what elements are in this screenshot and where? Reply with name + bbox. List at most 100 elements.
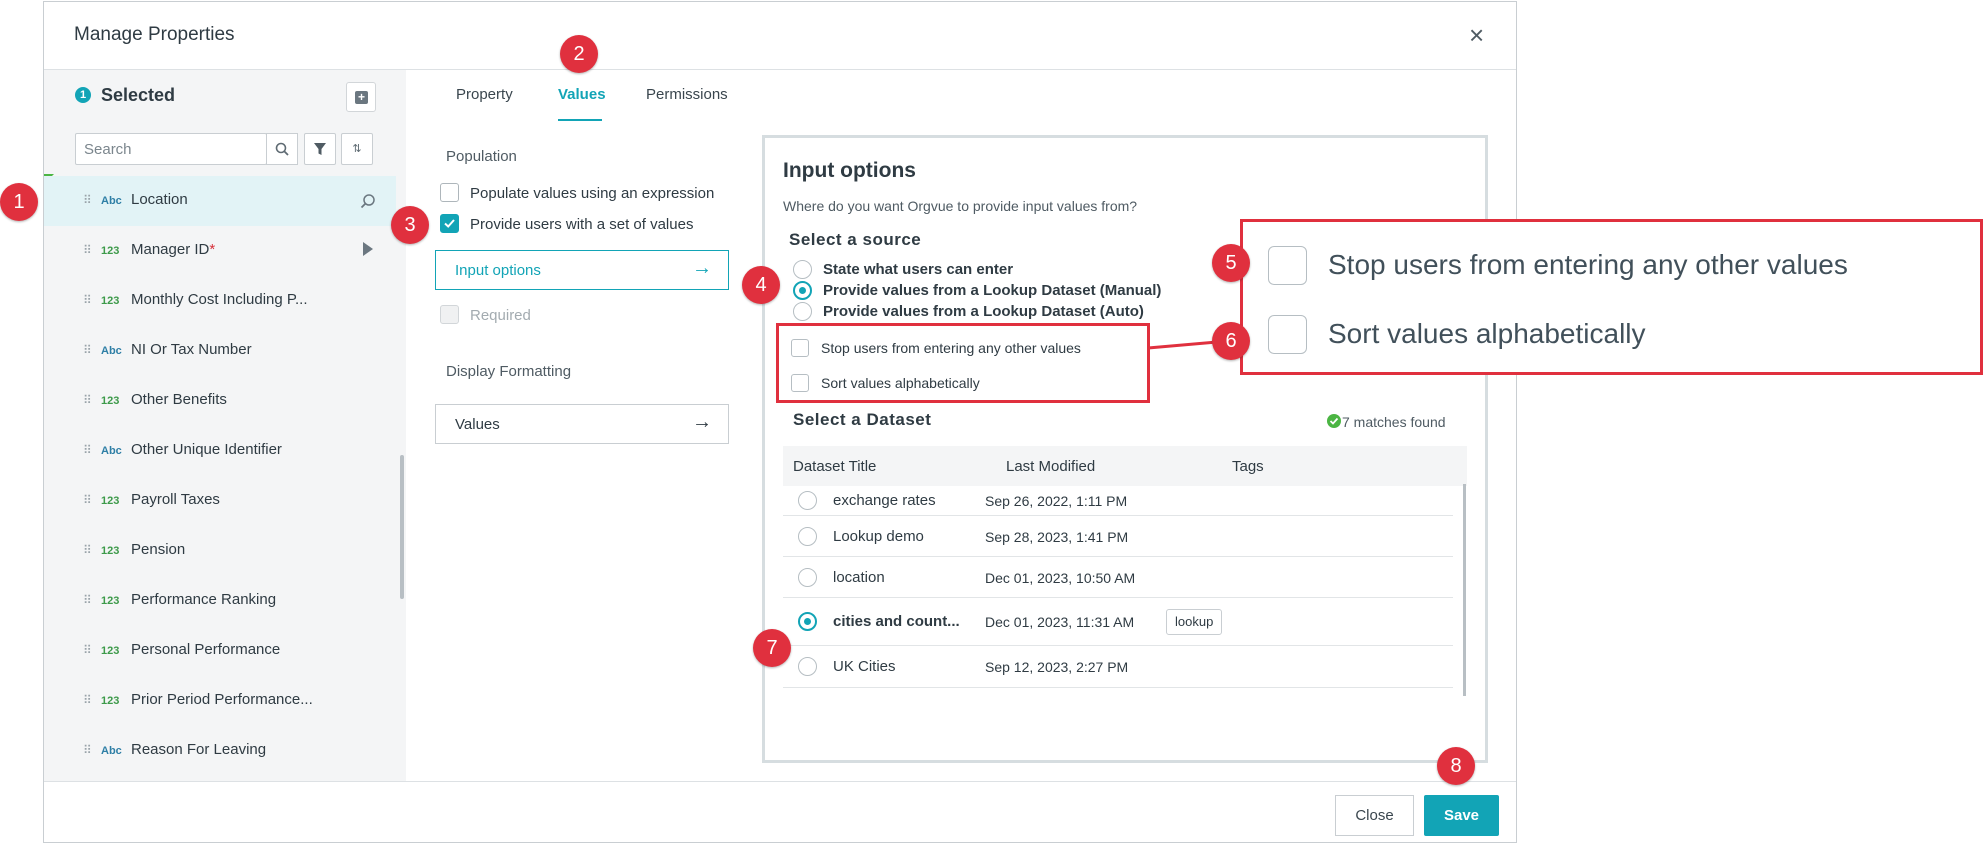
property-item[interactable]: ⠿ Abc Other Unique Identifier (44, 426, 396, 476)
type-badge: 123 (101, 545, 120, 557)
property-item[interactable]: ⠿ 123 Pension (44, 526, 396, 576)
drag-handle-icon[interactable]: ⠿ (83, 643, 92, 657)
dataset-radio[interactable] (798, 527, 817, 546)
tab-property[interactable]: Property (456, 86, 513, 103)
drag-handle-icon[interactable]: ⠿ (83, 293, 92, 307)
values-format-button[interactable]: Values → (435, 404, 729, 444)
dataset-radio[interactable] (798, 612, 817, 631)
type-badge: 123 (101, 395, 120, 407)
close-button[interactable]: Close (1335, 795, 1414, 836)
type-badge: Abc (101, 745, 122, 757)
property-label: Personal Performance (131, 641, 280, 658)
callout-5: 5 (1212, 244, 1250, 282)
drag-handle-icon[interactable]: ⠿ (83, 193, 92, 207)
dataset-radio[interactable] (798, 657, 817, 676)
dataset-modified: Sep 12, 2023, 2:27 PM (985, 659, 1129, 675)
drag-handle-icon[interactable]: ⠿ (83, 593, 92, 607)
column-dataset-title[interactable]: Dataset Title (793, 458, 876, 475)
sidebar-scrollbar[interactable] (400, 455, 404, 599)
add-property-button[interactable]: + (346, 82, 376, 112)
dataset-radio[interactable] (798, 568, 817, 587)
dataset-row[interactable]: cities and count... Dec 01, 2023, 11:31 A… (783, 598, 1453, 646)
dataset-row[interactable]: UK Cities Sep 12, 2023, 2:27 PM (783, 646, 1453, 688)
property-label: Prior Period Performance... (131, 691, 313, 708)
property-name: Prior Period Performance... (131, 691, 313, 708)
footer-divider (44, 781, 1516, 782)
dataset-radio[interactable] (798, 491, 817, 510)
drag-handle-icon[interactable]: ⠿ (83, 543, 92, 557)
zoom-icon[interactable] (359, 192, 377, 215)
check-circle-icon (1327, 414, 1341, 428)
drag-handle-icon[interactable]: ⠿ (83, 443, 92, 457)
property-label: Location (131, 191, 188, 208)
property-name: Monthly Cost Including P... (131, 291, 308, 308)
source-label-manual: Provide values from a Lookup Dataset (Ma… (823, 282, 1162, 299)
selected-count-badge: 1 (75, 87, 91, 103)
dataset-row[interactable]: Lookup demo Sep 28, 2023, 1:41 PM (783, 516, 1453, 557)
drag-handle-icon[interactable]: ⠿ (83, 393, 92, 407)
property-label: Reason For Leaving (131, 741, 266, 758)
dataset-row[interactable]: exchange rates Sep 26, 2022, 1:11 PM (783, 485, 1453, 516)
source-radio-state[interactable] (793, 260, 812, 279)
drag-handle-icon[interactable]: ⠿ (83, 693, 92, 707)
drag-handle-icon[interactable]: ⠿ (83, 343, 92, 357)
table-scrollbar[interactable] (1463, 484, 1466, 696)
property-label: Payroll Taxes (131, 491, 220, 508)
property-item[interactable]: ⠿ Abc Reason For Leaving (44, 726, 396, 776)
callout-3: 3 (391, 206, 429, 244)
callout-2: 2 (560, 35, 598, 73)
property-name: Other Unique Identifier (131, 441, 282, 458)
required-checkbox[interactable] (440, 305, 459, 324)
source-radio-auto[interactable] (793, 302, 812, 321)
save-button[interactable]: Save (1424, 795, 1499, 836)
column-tags[interactable]: Tags (1232, 458, 1264, 475)
property-item[interactable]: ⠿ 123 Monthly Cost Including P... (44, 276, 396, 326)
filter-button[interactable] (304, 133, 336, 165)
type-badge: 123 (101, 595, 120, 607)
dataset-row[interactable]: location Dec 01, 2023, 10:50 AM (783, 557, 1453, 598)
property-item[interactable]: ⠿ 123 Prior Period Performance... (44, 676, 396, 726)
checkbox-highlight-box (776, 323, 1150, 403)
property-item[interactable]: ⠿ 123 Manager ID* (44, 226, 396, 276)
property-item[interactable]: ⠿ 123 Payroll Taxes (44, 476, 396, 526)
column-last-modified[interactable]: Last Modified (1006, 458, 1095, 475)
dataset-modified: Sep 26, 2022, 1:11 PM (985, 493, 1128, 509)
plus-icon: + (355, 91, 368, 104)
arrow-right-icon: → (692, 257, 712, 279)
property-item[interactable]: ⠿ 123 Other Benefits (44, 376, 396, 426)
population-label: Population (446, 148, 517, 165)
property-name: Location (131, 191, 188, 208)
property-label: Other Unique Identifier (131, 441, 282, 458)
input-options-title: Input options (783, 159, 916, 182)
input-options-button[interactable]: Input options → (435, 250, 729, 290)
property-item[interactable]: ⠿ Abc Location (44, 176, 396, 226)
source-label-state: State what users can enter (823, 261, 1014, 278)
provide-set-label: Provide users with a set of values (470, 216, 694, 233)
property-item[interactable]: ⠿ Abc NI Or Tax Number (44, 326, 396, 376)
property-label: Other Benefits (131, 391, 227, 408)
source-radio-manual[interactable] (793, 281, 812, 300)
property-label: Monthly Cost Including P... (131, 291, 307, 308)
search-input[interactable] (75, 133, 267, 165)
drag-handle-icon[interactable]: ⠿ (83, 743, 92, 757)
close-icon[interactable]: × (1469, 22, 1484, 48)
type-badge: 123 (101, 495, 120, 507)
search-button[interactable] (266, 133, 298, 165)
input-options-subtitle: Where do you want Orgvue to provide inpu… (783, 198, 1138, 214)
dataset-title: UK Cities (833, 658, 896, 675)
required-label: Required (470, 307, 531, 324)
sort-options-button[interactable]: ⇅ (341, 133, 373, 165)
provide-set-checkbox[interactable] (440, 214, 459, 233)
property-item[interactable]: ⠿ 123 Personal Performance (44, 626, 396, 676)
drag-handle-icon[interactable]: ⠿ (83, 243, 92, 257)
type-badge: Abc (101, 345, 122, 357)
tab-values[interactable]: Values (558, 86, 606, 103)
type-badge: 123 (101, 645, 120, 657)
property-item[interactable]: ⠿ 123 Performance Ranking (44, 576, 396, 626)
zoom-stop-users-label: Stop users from entering any other value… (1328, 249, 1848, 280)
drag-handle-icon[interactable]: ⠿ (83, 493, 92, 507)
expand-arrow-icon[interactable] (363, 242, 373, 256)
type-badge: Abc (101, 445, 122, 457)
tab-permissions[interactable]: Permissions (646, 86, 728, 103)
populate-expression-checkbox[interactable] (440, 183, 459, 202)
